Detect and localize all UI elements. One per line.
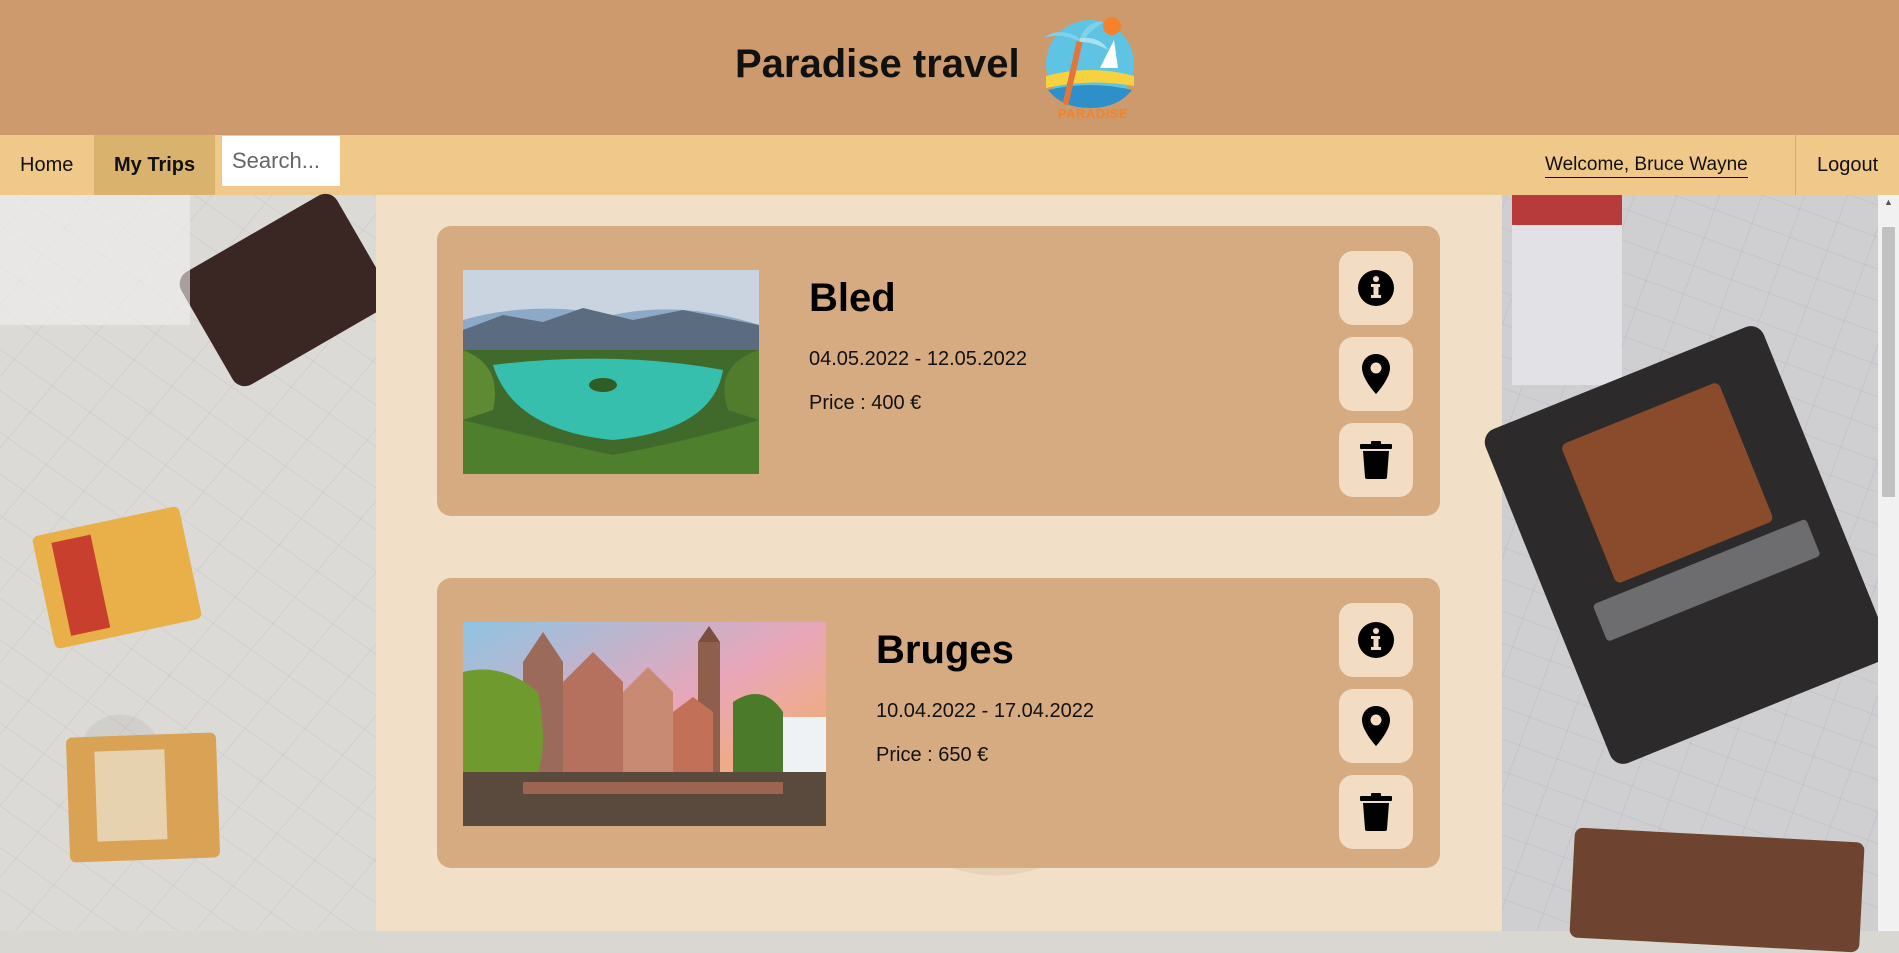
- film-box-decoration: [31, 505, 203, 650]
- search-input[interactable]: [222, 136, 340, 186]
- trip-price: Price : 400 €: [809, 392, 922, 414]
- trash-icon: [1360, 441, 1392, 479]
- trip-delete-button[interactable]: [1339, 775, 1413, 849]
- notebook-decoration: [1569, 827, 1865, 953]
- background-travel-photo-left: [0, 188, 396, 931]
- trip-price: Price : 650 €: [876, 744, 989, 766]
- site-title: Paradise travel: [735, 42, 1020, 86]
- info-icon: [1358, 622, 1394, 658]
- film-box-decoration-2: [65, 732, 221, 863]
- palm-beach-logo-icon: [1044, 17, 1134, 108]
- info-icon: [1358, 270, 1394, 306]
- background-travel-photo-right: [1480, 195, 1894, 953]
- trip-card: Bled 04.05.2022 - 12.05.2022 Price : 400…: [437, 226, 1440, 516]
- logout-link[interactable]: Logout: [1797, 135, 1898, 195]
- film-box-label-decoration: [51, 534, 111, 636]
- map-pin-icon: [1362, 354, 1390, 394]
- scroll-thumb[interactable]: [1882, 227, 1895, 497]
- nav-home-link[interactable]: Home: [0, 135, 93, 195]
- film-box-paper-decoration: [94, 749, 168, 842]
- instant-camera-decoration: [1480, 321, 1894, 769]
- trip-photo-bruges: [463, 622, 826, 826]
- lake-island-photo-icon: [463, 270, 759, 474]
- trip-photo-bled: [463, 270, 759, 474]
- trip-info-button[interactable]: [1339, 603, 1413, 677]
- trip-card: Bruges 10.04.2022 - 17.04.2022 Price : 6…: [437, 578, 1440, 868]
- leather-wallet-decoration: [174, 188, 396, 392]
- welcome-user-link[interactable]: Welcome, Bruce Wayne: [1545, 135, 1748, 195]
- map-pin-icon: [1362, 706, 1390, 746]
- trip-name: Bled: [809, 276, 896, 320]
- canal-town-photo-icon: [463, 622, 826, 826]
- trip-dates: 04.05.2022 - 12.05.2022: [809, 348, 1027, 370]
- trip-info-button[interactable]: [1339, 251, 1413, 325]
- nav-my-trips-link[interactable]: My Trips: [94, 135, 216, 195]
- site-header: Paradise travel PARADISE: [0, 0, 1899, 135]
- trip-location-button[interactable]: [1339, 689, 1413, 763]
- flag-decoration: [1512, 195, 1622, 385]
- page-scrollbar[interactable]: ▲: [1878, 195, 1899, 931]
- welcome-text: Welcome, Bruce Wayne: [1545, 154, 1748, 178]
- logo-wordmark: PARADISE: [1057, 106, 1129, 121]
- trip-location-button[interactable]: [1339, 337, 1413, 411]
- trip-dates: 10.04.2022 - 17.04.2022: [876, 700, 1094, 722]
- flag-stripe-decoration: [1512, 195, 1622, 225]
- paradise-logo[interactable]: PARADISE: [1038, 16, 1138, 124]
- trash-icon: [1360, 793, 1392, 831]
- map-legend-decoration: [0, 195, 190, 325]
- trip-name: Bruges: [876, 628, 1014, 672]
- scroll-up-arrow-icon[interactable]: ▲: [1878, 197, 1899, 211]
- trip-delete-button[interactable]: [1339, 423, 1413, 497]
- nav-divider: [1795, 135, 1796, 195]
